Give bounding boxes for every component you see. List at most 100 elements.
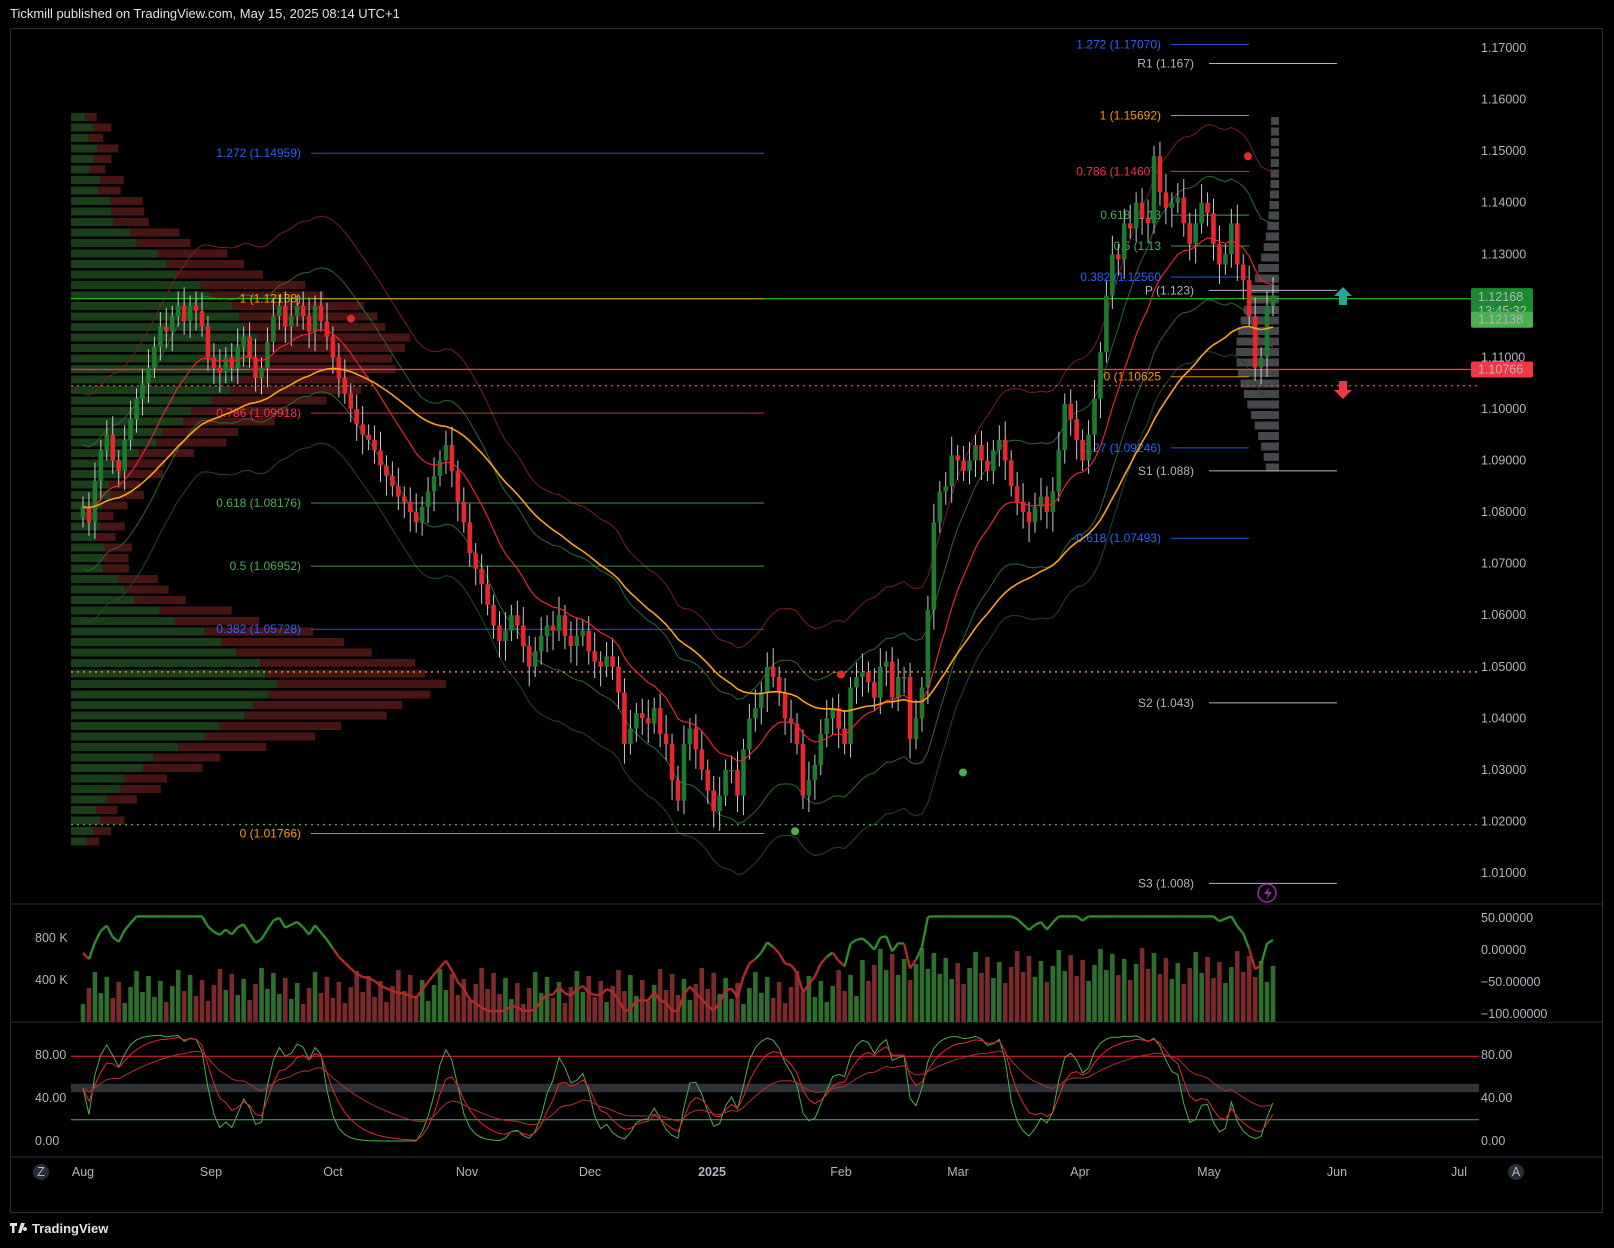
profile-bar-up: [71, 753, 154, 762]
profile-bar-recent: [1267, 222, 1279, 230]
profile-bar-down: [85, 113, 97, 121]
volume-bar-up: [152, 997, 157, 1022]
candle-down: [598, 661, 603, 667]
profile-bar-recent: [1270, 180, 1279, 188]
oscillator-segment: [748, 957, 757, 965]
volume-bar-down: [562, 1003, 568, 1022]
profile-bar-down: [230, 386, 362, 394]
candle-up: [532, 651, 538, 667]
volume-bar-up: [259, 968, 264, 1022]
volume-bar-down: [521, 1004, 526, 1022]
volume-bar-up: [532, 972, 538, 1022]
volume-bar-up: [235, 995, 240, 1022]
oscillator-segment: [338, 955, 346, 964]
profile-bar-recent: [1236, 348, 1279, 356]
volume-bar-up: [1110, 954, 1115, 1022]
candle-up: [931, 522, 937, 611]
candle-down: [979, 445, 984, 461]
candle-down: [526, 646, 532, 667]
profile-bar-down: [205, 732, 316, 741]
last-price-value: 1.12168: [1478, 290, 1523, 304]
volume-bar-down: [979, 973, 984, 1022]
candle-down: [360, 424, 365, 435]
candle-up: [92, 481, 98, 523]
candle-up: [271, 316, 276, 342]
candle-up: [128, 419, 133, 440]
candle-up: [146, 367, 151, 384]
volume-bar-up: [967, 968, 972, 1022]
candle-up: [818, 733, 824, 765]
profile-bar-up: [71, 669, 266, 678]
volume-bar-down: [306, 988, 312, 1022]
candle-down: [616, 666, 621, 693]
candle-down: [610, 656, 615, 667]
volume-bar-up: [991, 978, 996, 1022]
oscillator-segment: [920, 916, 930, 948]
volume-bar-down: [1026, 956, 1032, 1022]
volume-bar-up: [104, 977, 110, 1022]
volume-bar-up: [431, 985, 437, 1022]
volume-bar-up: [1098, 949, 1103, 1022]
fib-left-label: 0.382 (1.05728): [216, 622, 301, 636]
fib-right-label: 1.272 (1.17070): [1076, 37, 1161, 51]
candle-down: [229, 357, 235, 368]
volume-bar-up: [943, 958, 949, 1022]
candle-up: [651, 708, 657, 724]
candle-up: [634, 713, 639, 729]
oscillator-segment: [331, 947, 340, 958]
volume-bar-down: [300, 1004, 306, 1022]
candle-down: [592, 651, 597, 662]
volume-bar-up: [98, 993, 104, 1022]
volume-bar-up: [1264, 982, 1270, 1022]
profile-bar-up: [71, 543, 105, 552]
volume-bar-down: [800, 992, 806, 1022]
oscillator-segment: [123, 922, 132, 931]
candle-up: [169, 316, 175, 332]
volume-bar-up: [848, 975, 853, 1022]
stoch-axis-label-left: 40.00: [35, 1091, 66, 1105]
profile-bar-down: [166, 260, 245, 268]
volume-bar-down: [711, 973, 716, 1022]
candle-up: [509, 615, 514, 631]
candle-up: [277, 305, 282, 317]
profile-bar-up: [71, 249, 158, 258]
profile-bar-up: [71, 732, 206, 741]
candle-up: [919, 687, 925, 719]
oscillator-segment: [1022, 923, 1030, 931]
profile-bar-down: [123, 774, 168, 783]
volume-bar-up: [580, 992, 586, 1022]
volume-bar-up: [294, 983, 300, 1022]
profile-bar-down: [253, 701, 403, 709]
candle-down: [872, 682, 877, 698]
candle-up: [1199, 202, 1204, 224]
oscillator-segment: [843, 943, 852, 967]
candle-up: [574, 635, 580, 647]
volume-bar-up: [1258, 961, 1264, 1022]
profile-bar-up: [71, 239, 137, 247]
pivot-label: R1 (1.167): [1137, 56, 1194, 70]
price-chart[interactable]: 1.272 (1.14959)1 (1.12138)0.786 (1.09918…: [11, 29, 1602, 1212]
volume-bar-up: [425, 1001, 431, 1022]
candle-down: [354, 408, 359, 425]
profile-bar-recent: [1240, 316, 1279, 325]
profile-bar-down: [118, 575, 158, 583]
candle-down: [348, 393, 354, 409]
volume-bar-up: [1133, 964, 1139, 1022]
oscillator-segment: [207, 925, 215, 933]
profile-bar-recent: [1270, 148, 1279, 157]
candle-up: [943, 486, 949, 492]
volume-axis-label: 800 K: [35, 931, 68, 945]
oscillator-segment: [1236, 925, 1245, 935]
candle-up: [997, 439, 1002, 451]
profile-bar-up: [71, 470, 122, 478]
profile-bar-down: [97, 144, 119, 153]
profile-bar-recent: [1238, 327, 1279, 335]
oscillator-segment: [1051, 915, 1060, 924]
profile-bar-down: [176, 270, 263, 279]
oscillator-segment: [248, 933, 257, 944]
oscillator-segment: [754, 951, 763, 960]
chart-frame: 1.272 (1.14959) 1 (1.12138) 0.786 (1.09918…: [10, 28, 1603, 1213]
volume-bar-down: [669, 974, 675, 1022]
profile-bar-recent: [1270, 117, 1279, 125]
candle-down: [1181, 197, 1187, 224]
